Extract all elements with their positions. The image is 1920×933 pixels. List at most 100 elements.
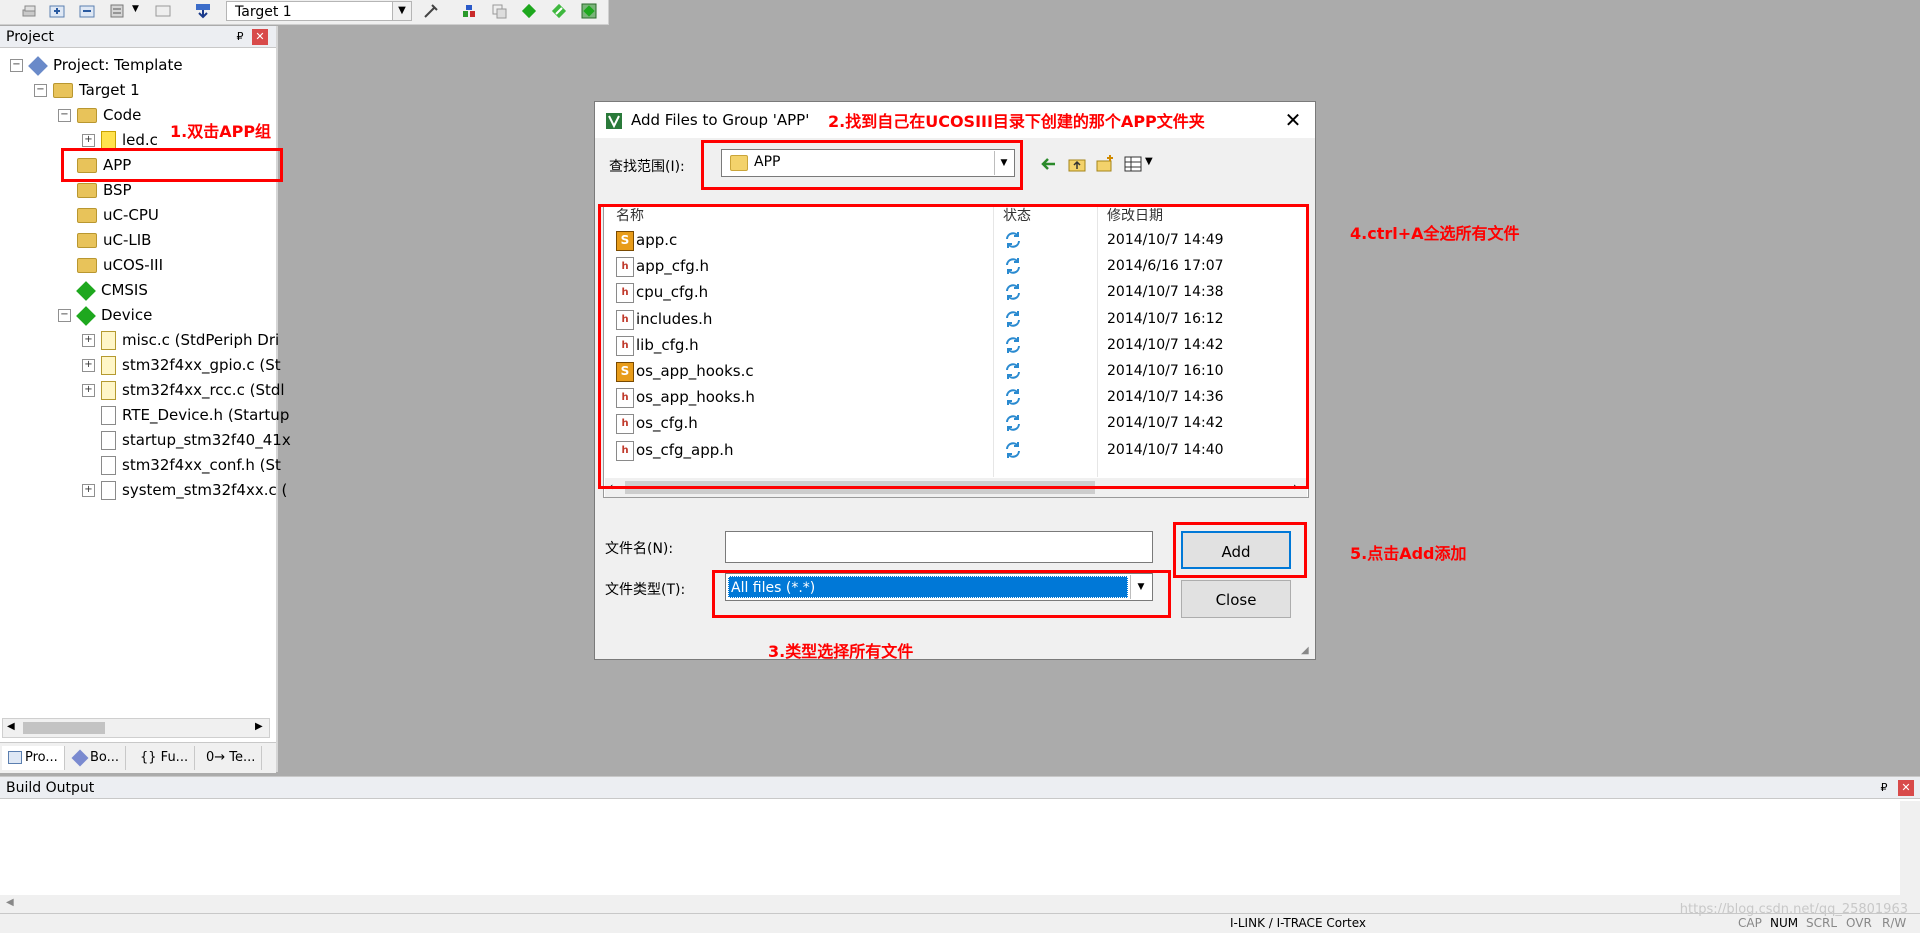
green-diamond-icon[interactable] <box>520 2 538 20</box>
chevron-down-icon[interactable]: ▼ <box>132 4 139 14</box>
tree-item[interactable]: + system_stm32f4xx.c ( <box>82 479 287 501</box>
close-icon[interactable]: ✕ <box>252 29 268 45</box>
scroll-thumb[interactable] <box>23 722 105 734</box>
tab-project[interactable]: Pro... <box>2 746 65 770</box>
copy-icon[interactable] <box>490 2 508 20</box>
tree-item[interactable]: + stm32f4xx_rcc.c (Stdl <box>82 379 285 401</box>
collapse-icon[interactable]: − <box>58 309 71 322</box>
tree-item[interactable]: − Code <box>58 104 141 126</box>
close-icon[interactable]: ✕ <box>1281 108 1305 132</box>
tree-item-label: uCOS-III <box>103 256 163 274</box>
annotation-step-3: 3.类型选择所有文件 <box>768 642 914 661</box>
pack-installer-icon[interactable] <box>550 2 568 20</box>
pin-icon[interactable]: ₽ <box>1876 780 1892 796</box>
tree-item-label: RTE_Device.h (Startup <box>122 406 290 424</box>
filename-input[interactable] <box>725 531 1153 563</box>
look-in-label: 查找范围(I): <box>609 159 685 175</box>
highlight-look-in <box>701 140 1023 190</box>
build-icon[interactable] <box>48 2 66 20</box>
tree-item-label: uC-CPU <box>103 206 159 224</box>
build-output-title: Build Output <box>6 780 95 796</box>
toolbar: ▼ Target 1 ▼ <box>0 0 609 25</box>
annotation-step-2: 2.找到自己在UCOSIII目录下创建的那个APP文件夹 <box>828 112 1205 131</box>
tree-item[interactable]: + misc.c (StdPeriph Dri <box>82 329 279 351</box>
view-menu-icon[interactable] <box>1123 154 1143 174</box>
chevron-down-icon[interactable]: ▼ <box>1145 156 1153 167</box>
expand-icon[interactable]: + <box>82 484 95 497</box>
collapse-icon[interactable]: − <box>10 59 23 72</box>
component-icon[interactable] <box>580 2 598 20</box>
tree-item[interactable]: uC-CPU <box>58 204 159 226</box>
build-output-horizontal-scrollbar[interactable]: ◀ <box>0 895 1900 913</box>
up-folder-icon[interactable] <box>1067 154 1087 174</box>
folder-icon <box>77 233 97 248</box>
highlight-filetype <box>712 570 1171 618</box>
batch-build-icon[interactable] <box>108 2 126 20</box>
annotation-step-4: 4.ctrl+A全选所有文件 <box>1350 224 1520 243</box>
resize-grip-icon[interactable]: ◢ <box>1301 645 1309 656</box>
tree-item[interactable]: − Device <box>58 304 152 326</box>
project-panel-header: Project ₽ ✕ <box>0 26 276 48</box>
target-select[interactable]: Target 1 ▼ <box>226 1 412 21</box>
tree-item[interactable]: + stm32f4xx_gpio.c (St <box>82 354 281 376</box>
tree-item-label: uC-LIB <box>103 231 152 249</box>
file-icon <box>101 406 116 425</box>
build-output-vertical-scrollbar[interactable] <box>1900 801 1920 913</box>
expand-icon[interactable]: + <box>82 384 95 397</box>
folder-icon <box>77 208 97 223</box>
tree-item-label: startup_stm32f40_41x <box>122 431 291 449</box>
expand-icon[interactable]: + <box>82 359 95 372</box>
books-tab-icon <box>71 749 89 766</box>
folder-icon <box>77 183 97 198</box>
tree-item[interactable]: uCOS-III <box>58 254 163 276</box>
target-options-icon[interactable] <box>422 2 440 20</box>
tree-item-label: Target 1 <box>79 81 140 99</box>
annotation-step-5: 5.点击Add添加 <box>1350 544 1467 563</box>
tab-templates[interactable]: 0→ Te... <box>200 746 263 770</box>
download-icon[interactable] <box>194 2 212 20</box>
project-panel-title: Project <box>6 29 54 45</box>
tree-item-label: stm32f4xx_rcc.c (Stdl <box>122 381 285 399</box>
tree-item[interactable]: stm32f4xx_conf.h (St <box>82 454 281 476</box>
tree-item[interactable]: uC-LIB <box>58 229 151 251</box>
watermark: https://blog.csdn.net/qq_25801963 <box>1679 902 1908 917</box>
tree-item[interactable]: BSP <box>58 179 132 201</box>
expand-icon[interactable]: + <box>82 334 95 347</box>
folder-icon <box>77 258 97 273</box>
project-horizontal-scrollbar[interactable]: ◀ ▶ <box>2 718 270 738</box>
back-arrow-icon[interactable] <box>1039 154 1059 174</box>
scroll-left-icon[interactable]: ◀ <box>7 721 15 732</box>
tree-item-label: led.c <box>122 131 158 149</box>
close-button[interactable]: Close <box>1181 580 1291 618</box>
scroll-left-icon[interactable]: ◀ <box>6 897 14 908</box>
tree-item[interactable]: startup_stm32f40_41x <box>82 429 291 451</box>
collapse-icon[interactable]: − <box>34 84 47 97</box>
rebuild-icon[interactable] <box>78 2 96 20</box>
stop-build-icon[interactable] <box>154 2 172 20</box>
tree-item[interactable]: CMSIS <box>58 279 148 301</box>
status-debugger: I-LINK / I-TRACE Cortex <box>1230 916 1366 930</box>
tab-books[interactable]: Bo... <box>68 746 127 770</box>
build-output-panel: Build Output ₽ ✕ ◀ I-LINK / I-TRACE Cort… <box>0 776 1920 933</box>
manage-project-icon[interactable] <box>460 2 478 20</box>
tree-item[interactable]: − Target 1 <box>34 79 140 101</box>
collapse-icon[interactable]: − <box>58 109 71 122</box>
target-folder-icon <box>53 83 73 98</box>
chevron-down-icon[interactable]: ▼ <box>392 2 411 20</box>
tree-item-label: Code <box>103 106 142 124</box>
tree-item-label: system_stm32f4xx.c ( <box>122 481 288 499</box>
new-folder-icon[interactable] <box>1095 154 1115 174</box>
close-icon[interactable]: ✕ <box>1898 780 1914 796</box>
tree-item-label: stm32f4xx_conf.h (St <box>122 456 281 474</box>
stack-icon[interactable] <box>20 2 38 20</box>
scroll-right-icon[interactable]: ▶ <box>255 721 263 732</box>
annotation-step-1: 1.双击APP组 <box>170 122 272 141</box>
tree-item-label: BSP <box>103 181 132 199</box>
tree-item[interactable]: RTE_Device.h (Startup <box>82 404 289 426</box>
tab-functions[interactable]: {} Fu... <box>134 746 196 770</box>
filename-label: 文件名(N): <box>605 541 674 557</box>
tree-item[interactable]: − Project: Template <box>10 54 183 76</box>
pin-icon[interactable]: ₽ <box>232 29 248 45</box>
tree-item-label: misc.c (StdPeriph Dri <box>122 331 280 349</box>
expand-icon[interactable]: + <box>82 134 95 147</box>
